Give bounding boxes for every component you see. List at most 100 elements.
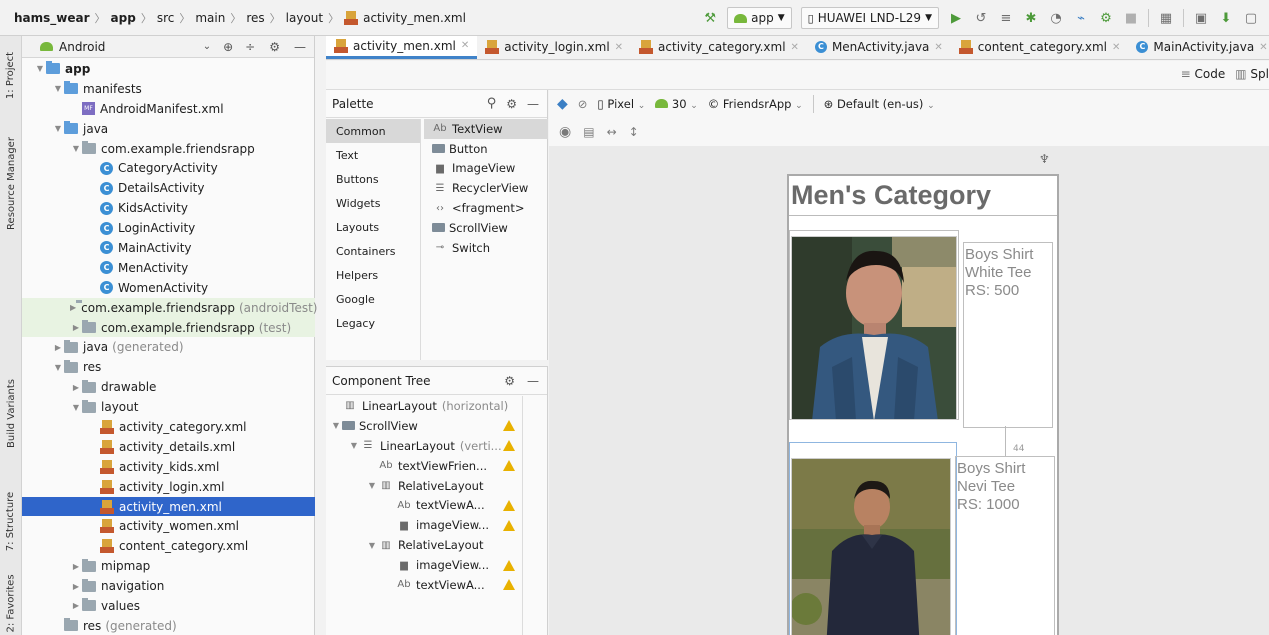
tree-item[interactable]: C LoginActivity [22, 218, 315, 238]
hammer-icon[interactable]: ⚒ [702, 10, 718, 26]
collapse-arrow-icon[interactable]: ▶ [70, 383, 82, 392]
collapse-arrow-icon[interactable]: ▶ [70, 601, 82, 610]
collapse-all-icon[interactable]: ÷ [245, 40, 255, 54]
vertical-resize-icon[interactable]: ↕ [629, 125, 639, 139]
tree-item[interactable]: ▶ drawable [22, 377, 315, 397]
warning-icon[interactable] [503, 460, 515, 472]
tree-item[interactable]: ▼ res [22, 357, 315, 377]
tree-item[interactable]: activity_kids.xml [22, 457, 315, 477]
breadcrumb-file[interactable]: activity_men.xml [363, 11, 466, 25]
close-icon[interactable]: ✕ [1259, 42, 1267, 53]
component-tree-item[interactable]: ▼ ☰ LinearLayout (verti... [326, 436, 548, 456]
tree-item[interactable]: ▼ app [22, 59, 315, 79]
project-view-mode[interactable]: Android [59, 40, 105, 54]
breadcrumb-module[interactable]: app [111, 11, 136, 25]
breadcrumb-src[interactable]: src [157, 11, 175, 25]
apply-changes-icon[interactable]: ↺ [973, 10, 989, 26]
tree-item[interactable]: C MenActivity [22, 258, 315, 278]
build-variants-tab[interactable]: Build Variants [0, 368, 22, 458]
eye-icon[interactable]: ◉ [559, 124, 571, 140]
expand-arrow-icon[interactable]: ▼ [366, 541, 378, 550]
tree-item[interactable]: MF AndroidManifest.xml [22, 99, 315, 119]
locate-icon[interactable]: ⊕ [223, 40, 233, 54]
component-tree-item[interactable]: ▼ ▥ RelativeLayout [326, 535, 548, 555]
editor-tab[interactable]: activity_men.xml ✕ [326, 36, 478, 59]
debug-icon[interactable]: ✱ [1023, 10, 1039, 26]
collapse-arrow-icon[interactable]: ▶ [70, 303, 76, 312]
palette-category[interactable]: Helpers [326, 263, 420, 287]
product-text-1[interactable]: Boys Shirt White Tee RS: 500 [965, 246, 1033, 300]
tree-item[interactable]: ▶ java (generated) [22, 337, 315, 357]
close-icon[interactable]: ✕ [461, 40, 469, 51]
locale-select[interactable]: ⊛ Default (en-us) ⌄ [824, 97, 935, 111]
tree-item[interactable]: C CategoryActivity [22, 158, 315, 178]
expand-arrow-icon[interactable]: ▼ [52, 84, 64, 93]
close-icon[interactable]: ✕ [934, 42, 942, 53]
coverage-icon[interactable]: ≡ [998, 10, 1014, 26]
warning-icon[interactable] [503, 499, 515, 511]
tree-item[interactable]: ▼ java [22, 119, 315, 139]
palette-category[interactable]: Text [326, 143, 420, 167]
tree-item[interactable]: ▶ mipmap [22, 556, 315, 576]
breadcrumb-main[interactable]: main [195, 11, 225, 25]
palette-category[interactable]: Google [326, 287, 420, 311]
layers-icon[interactable]: ◆ [557, 96, 568, 112]
close-icon[interactable]: ✕ [791, 42, 799, 53]
theme-select[interactable]: © FriendsrApp ⌄ [708, 97, 803, 111]
product-image-1[interactable] [791, 236, 957, 420]
device-select[interactable]: ▯ HUAWEI LND-L29 ▼ [800, 7, 939, 29]
product-text-2[interactable]: Boys Shirt Nevi Tee RS: 1000 [957, 460, 1025, 514]
palette-category[interactable]: Buttons [326, 167, 420, 191]
tree-item[interactable]: content_category.xml [22, 536, 315, 556]
palette-category[interactable]: Legacy [326, 311, 420, 335]
palette-category[interactable]: Layouts [326, 215, 420, 239]
breadcrumb-res[interactable]: res [246, 11, 264, 25]
tree-item[interactable]: activity_category.xml [22, 417, 315, 437]
collapse-arrow-icon[interactable]: ▶ [70, 562, 82, 571]
editor-tab[interactable]: activity_category.xml ✕ [631, 36, 807, 59]
hide-panel-icon[interactable]: — [294, 40, 306, 54]
preview-title[interactable]: Men's Category [791, 180, 991, 211]
editor-tab[interactable]: C MainActivity.java ✕ [1128, 36, 1269, 59]
component-tree-item[interactable]: ▼ ▥ RelativeLayout [326, 476, 548, 496]
tree-item[interactable]: res (generated) [22, 616, 315, 635]
layout-inspector-icon[interactable]: ▢ [1243, 10, 1259, 26]
structure-tab[interactable]: 7: Structure [0, 481, 22, 561]
tree-item[interactable]: C KidsActivity [22, 198, 315, 218]
expand-arrow-icon[interactable]: ▼ [34, 64, 46, 73]
expand-arrow-icon[interactable]: ▼ [52, 124, 64, 133]
project-tool-tab[interactable]: 1: Project [0, 40, 22, 110]
warning-icon[interactable] [503, 519, 515, 531]
tree-item[interactable]: C WomenActivity [22, 278, 315, 298]
collapse-arrow-icon[interactable]: ▶ [52, 343, 64, 352]
hide-panel-icon[interactable]: — [527, 97, 539, 111]
layout-preview[interactable]: Men's Category Boys Shirt White Tee RS: … [787, 174, 1059, 635]
tree-item[interactable]: ▶ com.example.friendsrapp (androidTest) [22, 297, 317, 318]
expand-arrow-icon[interactable]: ▼ [52, 363, 64, 372]
palette-item[interactable]: Button [424, 139, 548, 159]
split-view-button[interactable]: ▥ Spl [1235, 67, 1269, 81]
chevron-down-icon[interactable]: ⌄ [203, 41, 211, 52]
palette-item[interactable]: ☰ RecyclerView [424, 178, 548, 198]
tree-item[interactable]: ▶ navigation [22, 576, 315, 596]
collapse-arrow-icon[interactable]: ▶ [70, 582, 82, 591]
palette-category[interactable]: Containers [326, 239, 420, 263]
component-tree-item[interactable]: ▼ ScrollView [326, 416, 548, 436]
tree-item[interactable]: C DetailsActivity [22, 178, 315, 198]
attach-debugger-icon[interactable]: ⌁ [1073, 10, 1089, 26]
palette-category[interactable]: Common [326, 119, 420, 143]
collapse-arrow-icon[interactable]: ▶ [70, 323, 82, 332]
palette-item[interactable]: ScrollView [424, 218, 548, 238]
palette-item[interactable]: ‹› <fragment> [424, 198, 548, 218]
editor-tab[interactable]: C MenActivity.java ✕ [807, 36, 951, 59]
device-select[interactable]: ▯ Pixel ⌄ [597, 97, 645, 111]
gear-icon[interactable]: ⚙ [504, 374, 515, 388]
run-icon[interactable]: ▶ [948, 10, 964, 26]
warning-icon[interactable] [503, 440, 515, 452]
expand-arrow-icon[interactable]: ▼ [70, 403, 82, 412]
tree-item[interactable]: ▼ manifests [22, 79, 315, 99]
code-view-button[interactable]: ≡ Code [1181, 67, 1226, 81]
warning-icon[interactable] [503, 420, 515, 432]
expand-arrow-icon[interactable]: ▼ [366, 481, 378, 490]
project-structure-icon[interactable]: ▦ [1158, 10, 1174, 26]
